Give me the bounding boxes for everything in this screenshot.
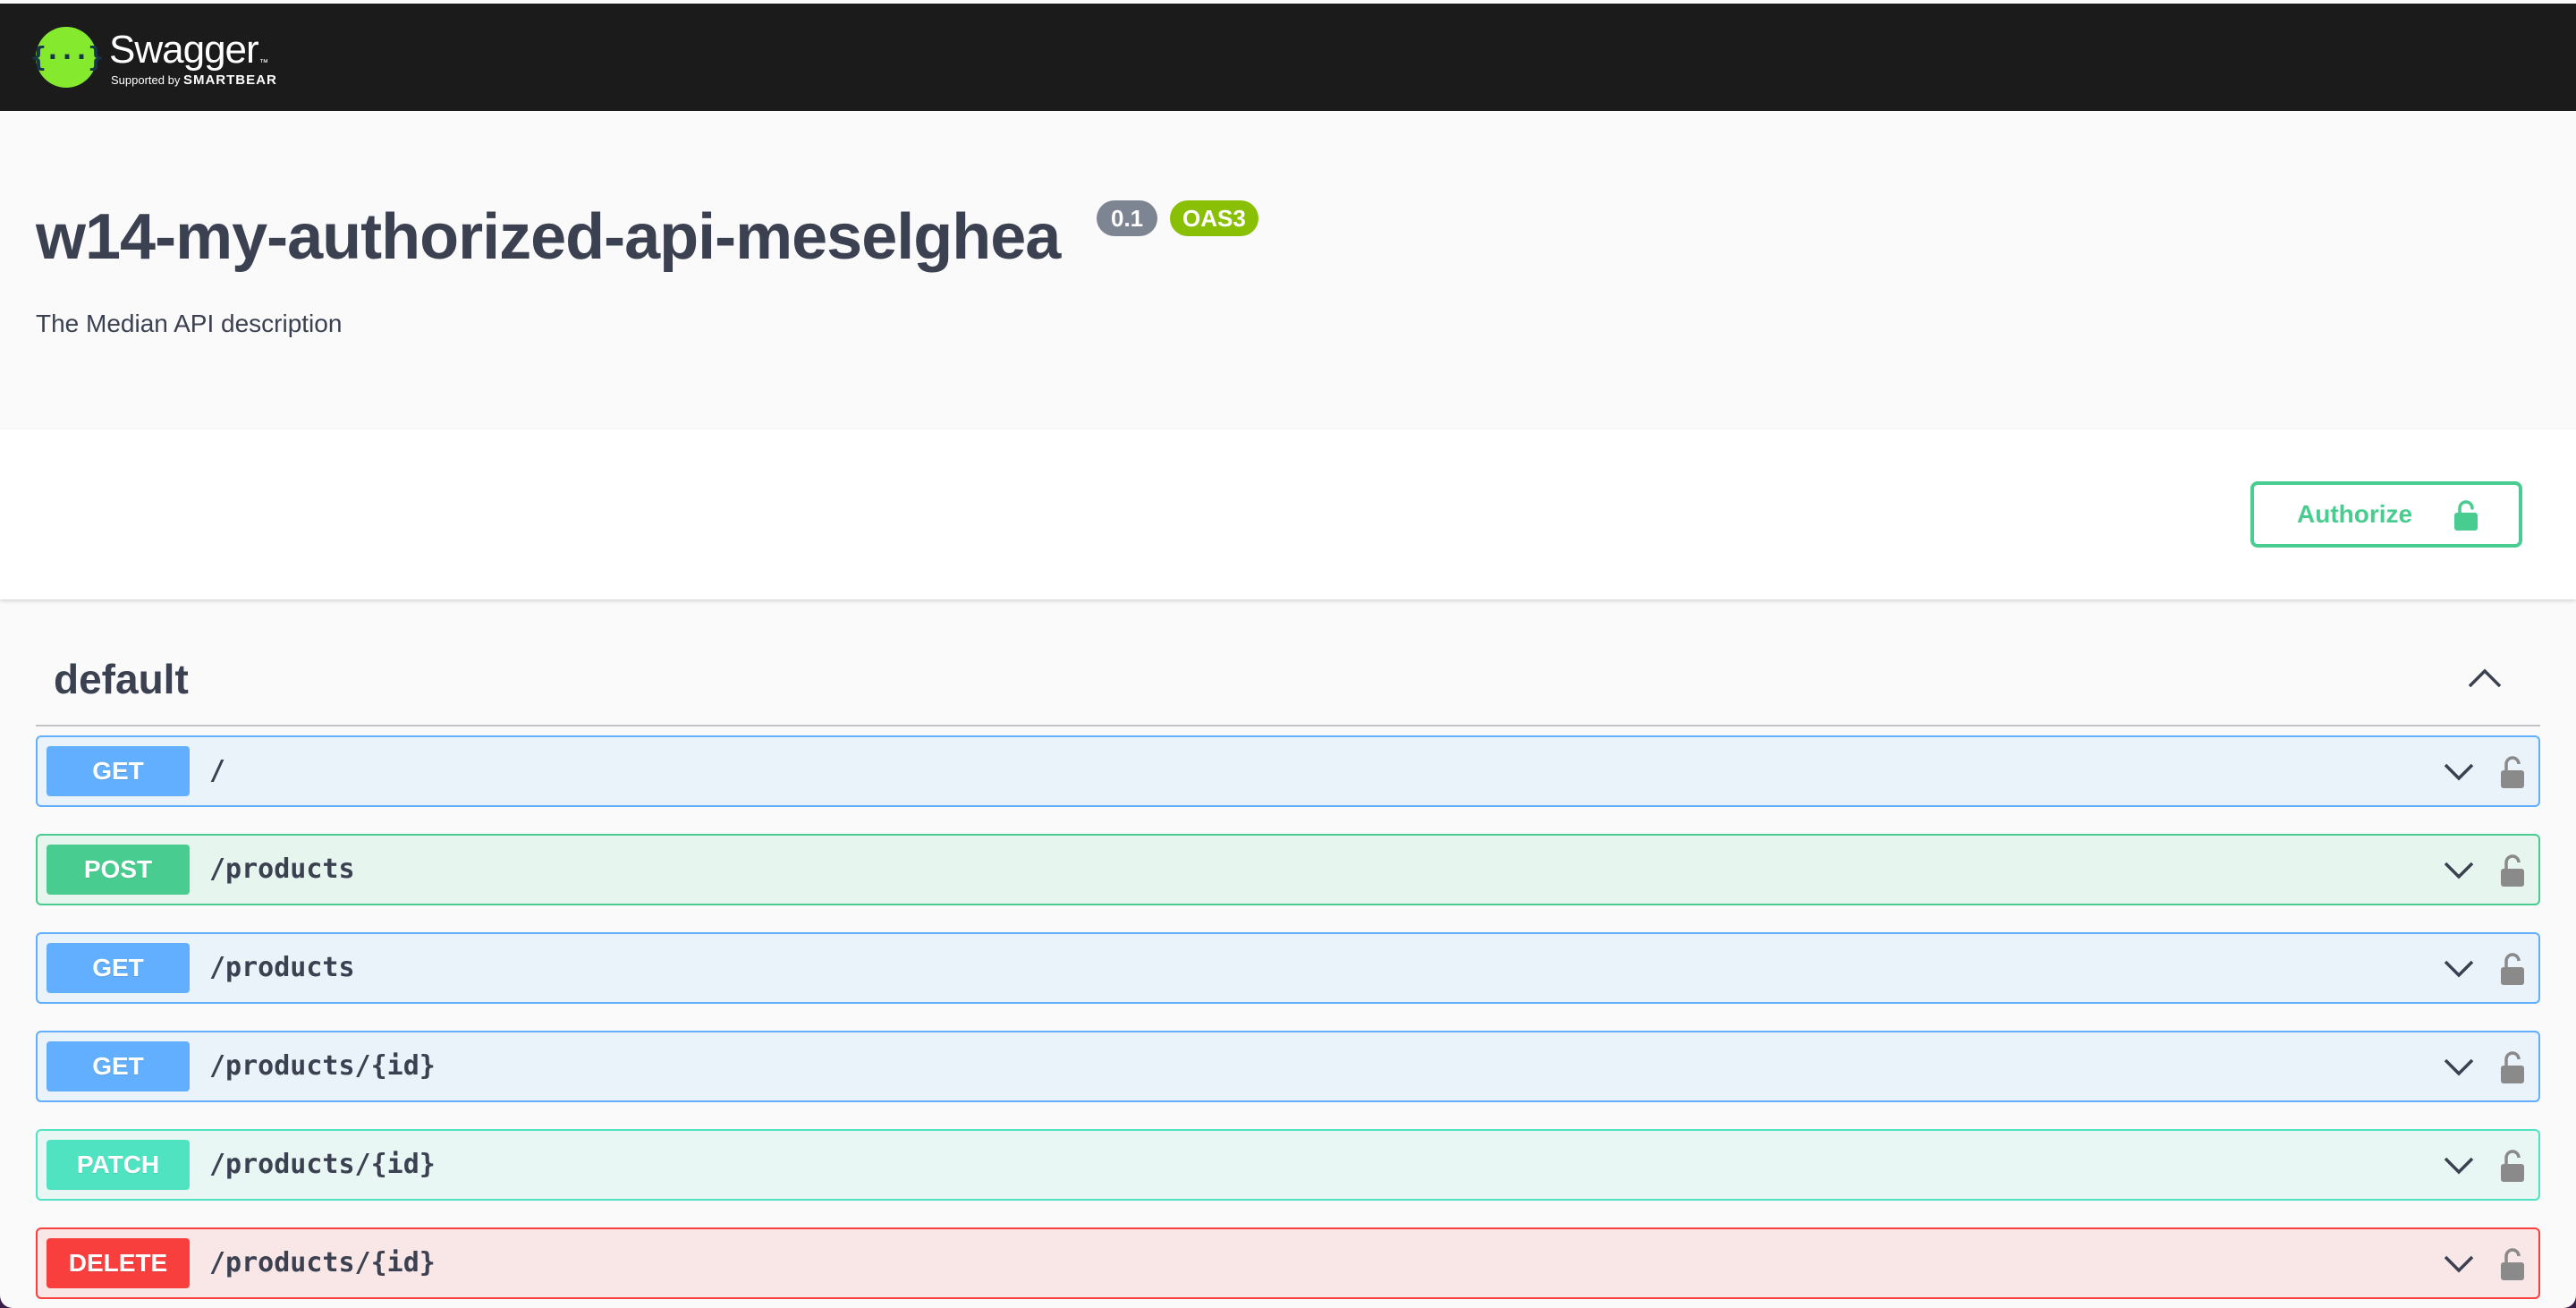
operation-path: /products bbox=[209, 952, 355, 983]
company-name: SMARTBEAR bbox=[182, 72, 277, 88]
chevron-down-icon[interactable] bbox=[2444, 959, 2474, 979]
chevron-down-icon[interactable] bbox=[2444, 762, 2474, 782]
swagger-logo-icon: {···} bbox=[30, 27, 104, 88]
method-badge: GET bbox=[47, 746, 190, 796]
tag-name: default bbox=[54, 656, 189, 702]
lock-icon[interactable] bbox=[2499, 852, 2526, 888]
supported-by-text: Supported by bbox=[111, 73, 181, 87]
brand-trademark: ™ bbox=[259, 58, 268, 68]
unlocked-lock-icon bbox=[2454, 500, 2478, 531]
top-bar: {···} Swagger ™ Supported by SMARTBEAR bbox=[0, 4, 2576, 111]
chevron-down-icon[interactable] bbox=[2444, 1156, 2474, 1176]
authorize-label: Authorize bbox=[2297, 500, 2413, 528]
brand-name: Swagger bbox=[109, 28, 259, 72]
chevron-down-icon[interactable] bbox=[2444, 1057, 2474, 1077]
swagger-logo[interactable]: {···} Swagger ™ Supported by SMARTBEAR bbox=[30, 21, 297, 93]
brand-subtitle: Supported by SMARTBEAR bbox=[111, 72, 277, 88]
scheme-container: Authorize bbox=[0, 429, 2576, 599]
operation-delete-product[interactable]: DELETE /products/{id} bbox=[36, 1227, 2540, 1299]
swagger-page: {···} Swagger ™ Supported by SMARTBEAR w… bbox=[0, 0, 2576, 1308]
operation-path: /products bbox=[209, 854, 355, 885]
operation-get-root[interactable]: GET / bbox=[36, 735, 2540, 807]
logo-glyph: {···} bbox=[30, 41, 104, 73]
lock-icon[interactable] bbox=[2499, 950, 2526, 986]
operation-path: /products/{id} bbox=[209, 1149, 436, 1180]
method-badge: GET bbox=[47, 1041, 190, 1091]
lock-icon[interactable] bbox=[2499, 1147, 2526, 1183]
operation-get-product-by-id[interactable]: GET /products/{id} bbox=[36, 1031, 2540, 1102]
spec-badge: OAS3 bbox=[1170, 200, 1258, 236]
operation-path: /products/{id} bbox=[209, 1050, 436, 1082]
version-badge: 0.1 bbox=[1097, 200, 1158, 236]
operation-patch-product[interactable]: PATCH /products/{id} bbox=[36, 1129, 2540, 1201]
authorize-button[interactable]: Authorize bbox=[2250, 481, 2522, 548]
operation-post-products[interactable]: POST /products bbox=[36, 834, 2540, 905]
chevron-down-icon[interactable] bbox=[2444, 861, 2474, 880]
api-info: w14-my-authorized-api-meselghea 0.1 OAS3… bbox=[0, 111, 2576, 429]
page-title: w14-my-authorized-api-meselghea bbox=[36, 201, 1061, 273]
logo-wordmark: Swagger ™ Supported by SMARTBEAR bbox=[109, 26, 297, 89]
operation-path: /products/{id} bbox=[209, 1247, 436, 1278]
lock-icon[interactable] bbox=[2499, 1049, 2526, 1084]
method-badge: PATCH bbox=[47, 1140, 190, 1190]
method-badge: POST bbox=[47, 845, 190, 895]
operation-path: / bbox=[209, 755, 226, 786]
tag-default-header[interactable]: default bbox=[36, 632, 2540, 726]
lock-icon[interactable] bbox=[2499, 753, 2526, 789]
method-badge: DELETE bbox=[47, 1238, 190, 1288]
operation-get-products[interactable]: GET /products bbox=[36, 932, 2540, 1004]
chevron-up-icon[interactable] bbox=[2467, 667, 2503, 689]
method-badge: GET bbox=[47, 943, 190, 993]
lock-icon[interactable] bbox=[2499, 1245, 2526, 1281]
chevron-down-icon[interactable] bbox=[2444, 1254, 2474, 1274]
api-description: The Median API description bbox=[36, 310, 343, 337]
